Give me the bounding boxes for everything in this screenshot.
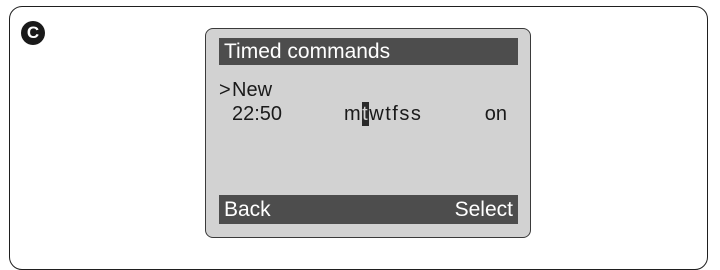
day-monday[interactable]: m	[344, 102, 362, 126]
command-time: 22:50	[232, 103, 283, 125]
screen-title: Timed commands	[219, 38, 518, 65]
menu-item-new[interactable]: >New	[219, 78, 272, 102]
select-softkey[interactable]: Select	[455, 195, 513, 224]
softkey-bar: Back Select	[219, 195, 518, 224]
command-state[interactable]: on	[485, 102, 507, 126]
day-friday[interactable]: f	[392, 102, 399, 126]
selection-cursor-icon: >	[219, 79, 231, 101]
back-softkey[interactable]: Back	[224, 195, 271, 224]
day-wednesday[interactable]: w	[369, 102, 385, 126]
day-thursday[interactable]: t	[385, 102, 392, 126]
device-lcd-screen: Timed commands >New 22:50 mtwtfss on Bac…	[205, 28, 531, 238]
figure-label-badge: C	[21, 21, 45, 45]
weekday-selector[interactable]: mtwtfss	[344, 102, 422, 126]
day-saturday[interactable]: s	[399, 102, 411, 126]
day-sunday[interactable]: s	[411, 102, 423, 126]
menu-item-label: New	[232, 79, 273, 101]
timed-command-entry[interactable]: 22:50 mtwtfss on	[219, 102, 518, 126]
